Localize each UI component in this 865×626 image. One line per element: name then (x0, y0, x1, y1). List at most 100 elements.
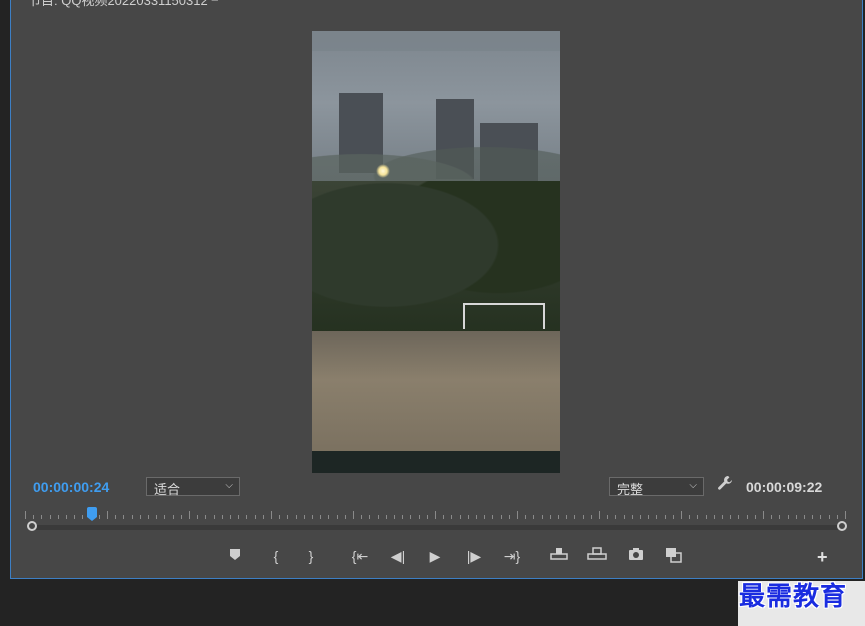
ruler-tick (49, 515, 51, 519)
ruler-tick (221, 515, 223, 519)
ruler-tick (369, 515, 371, 519)
extract-icon[interactable] (586, 547, 608, 565)
ruler-tick (246, 515, 248, 519)
ruler-tick (500, 515, 502, 519)
ruler-tick (394, 515, 395, 519)
ruler-tick (845, 511, 846, 519)
ruler-tick (795, 515, 797, 519)
step-back-icon[interactable]: ◀| (387, 547, 409, 565)
ruler-tick (730, 515, 732, 519)
ruler-tick (631, 515, 633, 519)
ruler-tick (377, 515, 379, 519)
ruler-tick (467, 515, 469, 519)
ruler-tick (664, 515, 666, 519)
ruler-tick (754, 515, 756, 519)
ruler-tick (672, 515, 674, 519)
ruler-tick (804, 515, 805, 519)
ruler-tick (189, 511, 190, 519)
ruler-tick (172, 515, 174, 519)
ruler-tick (197, 515, 199, 519)
ruler-tick (443, 515, 445, 519)
ruler-tick (320, 515, 322, 519)
ruler-tick (820, 515, 822, 519)
ruler-tick (656, 515, 658, 519)
ruler-tick (115, 515, 117, 519)
ruler-tick (107, 511, 108, 519)
go-to-in-icon[interactable]: {⇤ (349, 547, 371, 565)
mark-in-icon[interactable]: { (265, 547, 287, 565)
ruler-tick (492, 515, 494, 519)
ruler-tick (533, 515, 535, 519)
ruler-tick (361, 515, 363, 519)
ruler-tick (205, 515, 207, 519)
ruler-tick (484, 515, 486, 519)
ruler-tick (336, 515, 338, 519)
street-lamp (376, 164, 390, 178)
ruler-tick (722, 515, 723, 519)
ruler-tick (148, 515, 149, 519)
ruler-tick (713, 515, 715, 519)
ruler-tick (287, 515, 289, 519)
ruler-tick (295, 515, 297, 519)
plus-icon[interactable]: + (817, 547, 828, 568)
ruler-tick (254, 515, 256, 519)
ruler-tick (426, 515, 428, 519)
ruler-tick (615, 515, 617, 519)
comparison-view-icon[interactable] (663, 547, 685, 567)
playback-resolution-select[interactable]: 完整 ⌵ (609, 477, 704, 497)
ruler-tick (607, 515, 609, 519)
ruler-tick (230, 515, 231, 519)
ruler-tick (303, 515, 305, 519)
scroll-handle-right[interactable] (837, 521, 847, 531)
marker-icon[interactable] (224, 547, 246, 565)
ruler-tick (771, 515, 773, 519)
chevron-down-icon: ⌵ (689, 480, 697, 491)
ruler-tick (738, 515, 740, 519)
watermark-logo: 最需教育 (739, 582, 848, 612)
ruler-tick (402, 515, 404, 519)
ruler-tick (279, 515, 281, 519)
ruler-tick (697, 515, 699, 519)
panel-menu-icon[interactable]: ≡ (211, 0, 219, 5)
lift-icon[interactable] (548, 547, 570, 565)
ruler-tick (689, 515, 691, 519)
ruler-tick (746, 515, 748, 519)
go-to-out-icon[interactable]: ⇥} (501, 547, 523, 565)
mark-out-icon[interactable]: } (300, 547, 322, 565)
ruler-tick (517, 511, 518, 519)
ruler-tick (435, 511, 436, 519)
chevron-down-icon: ⌵ (225, 480, 233, 491)
ruler-tick (574, 515, 576, 519)
ruler-tick (353, 511, 354, 519)
current-timecode[interactable]: 00:00:00:24 (33, 479, 109, 495)
panel-title[interactable]: 节目: QQ视频20220331150312 (28, 0, 208, 9)
ruler-tick (262, 515, 264, 519)
ruler-tick (459, 515, 461, 519)
ruler-tick (525, 515, 527, 519)
ruler-tick (418, 515, 420, 519)
program-monitor-panel: 节目: QQ视频20220331150312 ≡ 00:00:00:24 适合 … (10, 0, 863, 579)
time-ruler[interactable] (25, 505, 846, 519)
play-icon[interactable]: ▶ (424, 547, 446, 565)
ruler-tick (238, 515, 240, 519)
playback-resolution-value: 完整 (617, 482, 644, 497)
ruler-tick (213, 515, 215, 519)
playhead[interactable] (87, 507, 97, 521)
ruler-tick (271, 511, 272, 519)
ruler-tick (648, 515, 650, 519)
ruler-tick (582, 515, 584, 519)
ruler-tick (681, 511, 682, 519)
transport-controls: { } {⇤ ◀| ▶ |▶ ⇥} (11, 547, 862, 567)
ruler-tick (836, 515, 838, 519)
camera-icon[interactable] (625, 547, 647, 565)
ruler-tick (66, 515, 67, 519)
zoom-level-select[interactable]: 适合 ⌵ (146, 477, 240, 497)
scroll-handle-left[interactable] (27, 521, 37, 531)
ruler-tick (566, 515, 568, 519)
zoom-scrollbar[interactable] (27, 521, 847, 531)
ruler-tick (41, 515, 43, 519)
wrench-icon[interactable] (717, 475, 733, 496)
ruler-tick (779, 515, 781, 519)
ruler-tick (451, 515, 453, 519)
step-forward-icon[interactable]: |▶ (463, 547, 485, 565)
